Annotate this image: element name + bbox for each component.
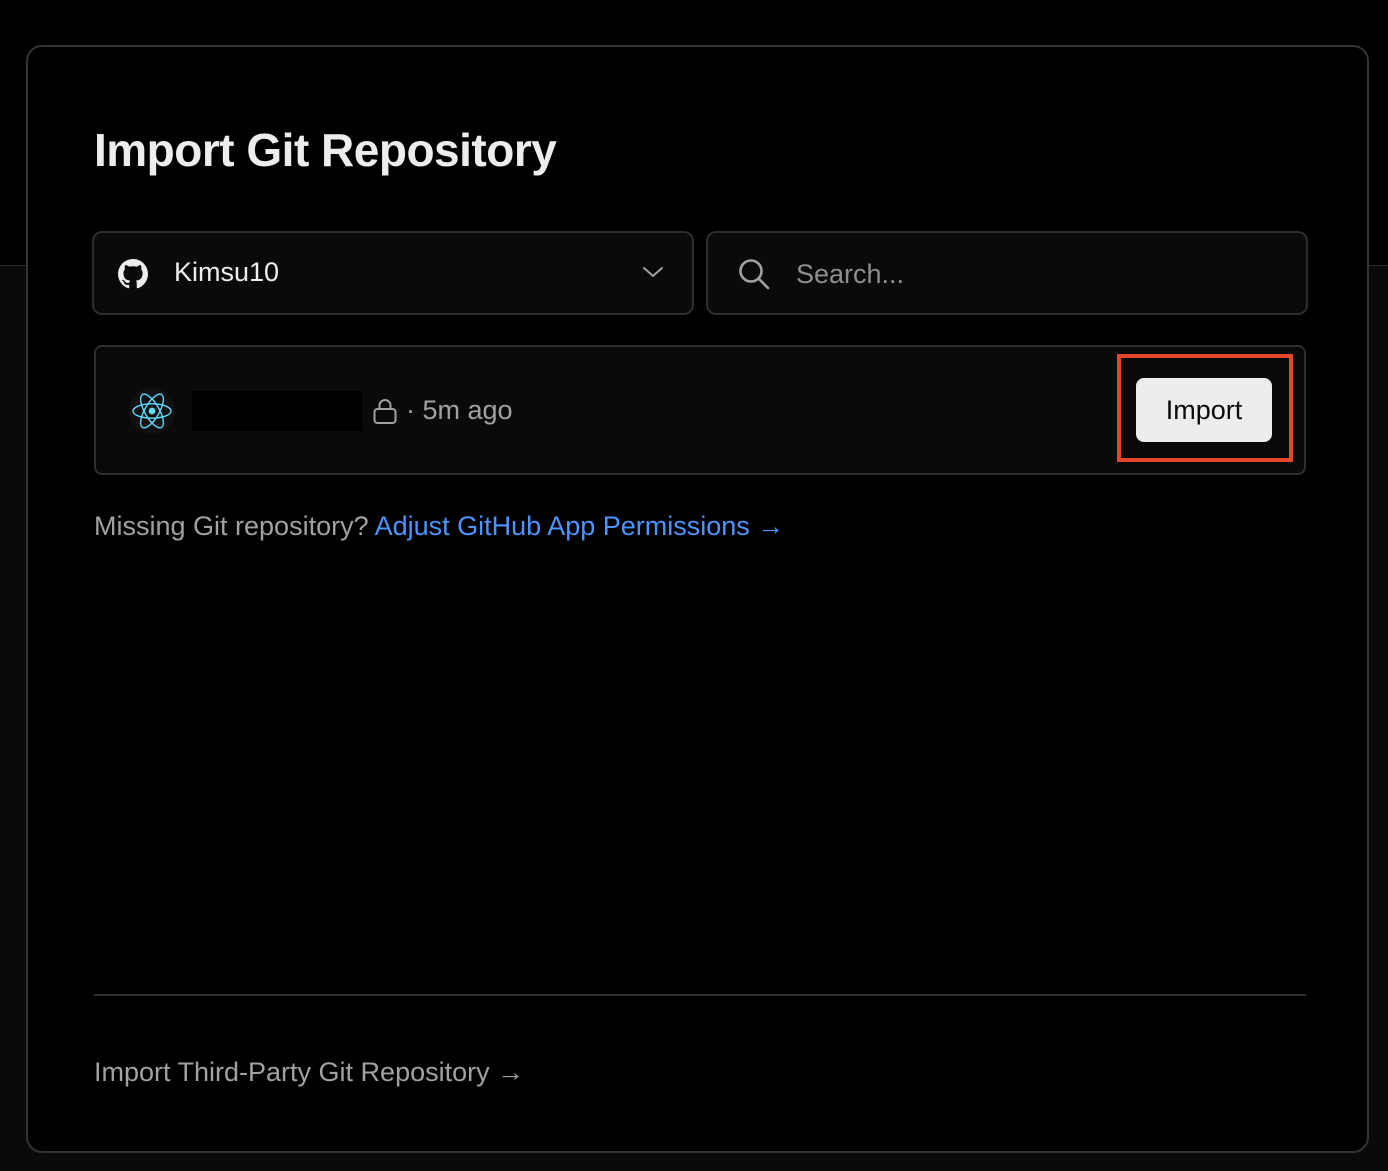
import-third-party-link[interactable]: Import Third-Party Git Repository → <box>94 1057 524 1088</box>
search-icon <box>739 259 770 290</box>
react-icon <box>129 388 175 434</box>
import-button[interactable]: Import <box>1136 378 1272 442</box>
chevron-down-icon <box>643 267 663 277</box>
git-account-selector[interactable]: Kimsu10 <box>92 231 694 315</box>
repository-updated-time: · 5m ago <box>406 395 513 425</box>
adjust-permissions-link[interactable]: Adjust GitHub App Permissions → <box>375 511 785 541</box>
divider <box>94 994 1306 996</box>
missing-repository-text: Missing Git repository? <box>94 511 369 541</box>
search-input[interactable] <box>794 251 1278 297</box>
repository-name-redacted <box>192 391 362 431</box>
lock-icon <box>373 399 397 424</box>
card-title: Import Git Repository <box>94 124 557 176</box>
missing-repository-note: Missing Git repository? Adjust GitHub Ap… <box>94 511 784 542</box>
selected-account-label: Kimsu10 <box>174 257 280 287</box>
repository-search <box>706 231 1308 315</box>
import-repository-card: Import Git Repository Kimsu10 Search... … <box>26 45 1369 1153</box>
github-icon <box>118 259 148 289</box>
